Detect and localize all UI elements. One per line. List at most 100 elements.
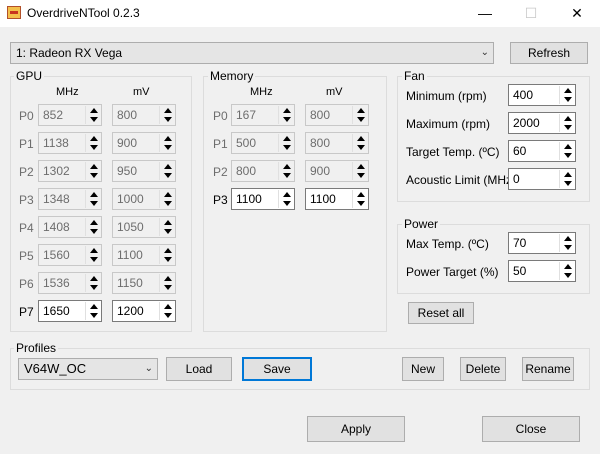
memory-mhz-input[interactable]: 800 — [231, 160, 295, 182]
spin-value: 167 — [236, 108, 257, 122]
gpu-mhz-input[interactable]: 1302 — [38, 160, 102, 182]
memory-mhz-input[interactable]: 500 — [231, 132, 295, 154]
gpu-mv-input[interactable]: 1050 — [112, 216, 176, 238]
gpu-mhz-input[interactable]: 1560 — [38, 244, 102, 266]
spinner-arrows-icon[interactable] — [159, 106, 174, 124]
fan-max-input[interactable]: 2000 — [508, 112, 576, 134]
power-target-label: Power Target (%) — [406, 265, 499, 279]
load-button[interactable]: Load — [166, 357, 232, 381]
reset-all-button[interactable]: Reset all — [408, 302, 474, 324]
spinner-arrows-icon[interactable] — [159, 218, 174, 236]
delete-button[interactable]: Delete — [460, 357, 506, 381]
gpu-mhz-input[interactable]: 1536 — [38, 272, 102, 294]
save-button[interactable]: Save — [242, 357, 312, 381]
spin-value: 800 — [117, 108, 138, 122]
power-target-input[interactable]: 50 — [508, 260, 576, 282]
apply-button[interactable]: Apply — [307, 416, 405, 442]
gpu-mv-input[interactable]: 900 — [112, 132, 176, 154]
overdriventool-window: OverdriveNTool 0.2.3 — ☐ ✕ 1: Radeon RX … — [0, 0, 600, 454]
gpu-mhz-input[interactable]: 1348 — [38, 188, 102, 210]
gpu-row-label: P4 — [19, 221, 34, 235]
spinner-arrows-icon[interactable] — [278, 162, 293, 180]
memory-mv-input[interactable]: 800 — [305, 132, 369, 154]
memory-mv-input[interactable]: 1100 — [305, 188, 369, 210]
spinner-arrows-icon[interactable] — [159, 274, 174, 292]
refresh-button[interactable]: Refresh — [510, 42, 588, 64]
spinner-arrows-icon[interactable] — [278, 190, 293, 208]
spinner-arrows-icon[interactable] — [85, 106, 100, 124]
spin-value: 900 — [117, 136, 138, 150]
spin-value: 1408 — [43, 220, 70, 234]
spin-value: 1050 — [117, 220, 144, 234]
spin-value: 1100 — [117, 248, 143, 262]
profile-select[interactable]: V64W_OC ⌄ — [18, 358, 158, 380]
gpu-mhz-input[interactable]: 1408 — [38, 216, 102, 238]
gpu-mv-input[interactable]: 1200 — [112, 300, 176, 322]
spinner-arrows-icon[interactable] — [559, 262, 574, 280]
fan-acoustic-label: Acoustic Limit (MHz) — [406, 173, 517, 187]
gpu-group-title: GPU — [14, 69, 45, 83]
spin-value: 900 — [310, 164, 331, 178]
spinner-arrows-icon[interactable] — [159, 302, 174, 320]
gpu-row-label: P6 — [19, 277, 34, 291]
new-button[interactable]: New — [402, 357, 444, 381]
fan-group-title: Fan — [402, 69, 427, 83]
spinner-arrows-icon[interactable] — [559, 170, 574, 188]
spinner-arrows-icon[interactable] — [85, 274, 100, 292]
spinner-arrows-icon[interactable] — [278, 134, 293, 152]
memory-mv-input[interactable]: 800 — [305, 104, 369, 126]
spinner-arrows-icon[interactable] — [159, 190, 174, 208]
memory-mv-input[interactable]: 900 — [305, 160, 369, 182]
spinner-arrows-icon[interactable] — [559, 142, 574, 160]
close-icon[interactable]: ✕ — [554, 0, 600, 27]
spinner-arrows-icon[interactable] — [85, 246, 100, 264]
memory-mhz-input[interactable]: 167 — [231, 104, 295, 126]
gpu-row-label: P7 — [19, 305, 34, 319]
spinner-arrows-icon[interactable] — [85, 190, 100, 208]
gpu-mv-header: mV — [133, 86, 150, 98]
gpu-mhz-input[interactable]: 1138 — [38, 132, 102, 154]
spinner-arrows-icon[interactable] — [159, 134, 174, 152]
spinner-arrows-icon[interactable] — [85, 218, 100, 236]
spin-value: 1650 — [43, 304, 70, 318]
spinner-arrows-icon[interactable] — [559, 234, 574, 252]
spinner-arrows-icon[interactable] — [559, 86, 574, 104]
gpu-mv-input[interactable]: 950 — [112, 160, 176, 182]
maximize-icon[interactable]: ☐ — [508, 0, 554, 27]
spinner-arrows-icon[interactable] — [85, 302, 100, 320]
fan-target-input[interactable]: 60 — [508, 140, 576, 162]
memory-mhz-input[interactable]: 1100 — [231, 188, 295, 210]
spinner-arrows-icon[interactable] — [85, 162, 100, 180]
gpu-mhz-input[interactable]: 852 — [38, 104, 102, 126]
gpu-select[interactable]: 1: Radeon RX Vega ⌄ — [10, 42, 494, 64]
memory-row-label: P3 — [213, 193, 228, 207]
gpu-mhz-input[interactable]: 1650 — [38, 300, 102, 322]
spinner-arrows-icon[interactable] — [559, 114, 574, 132]
memory-mv-header: mV — [326, 86, 343, 98]
memory-row-label: P1 — [213, 137, 228, 151]
memory-row-label: P0 — [213, 109, 228, 123]
rename-button[interactable]: Rename — [522, 357, 574, 381]
gpu-mv-input[interactable]: 1150 — [112, 272, 176, 294]
close-button[interactable]: Close — [482, 416, 580, 442]
gpu-mv-input[interactable]: 1000 — [112, 188, 176, 210]
spinner-arrows-icon[interactable] — [352, 162, 367, 180]
gpu-mv-input[interactable]: 800 — [112, 104, 176, 126]
spin-value: 1000 — [117, 192, 144, 206]
chevron-down-icon: ⌄ — [480, 47, 489, 58]
gpu-mv-input[interactable]: 1100 — [112, 244, 176, 266]
fan-min-input[interactable]: 400 — [508, 84, 576, 106]
minimize-icon[interactable]: — — [462, 0, 508, 27]
spinner-arrows-icon[interactable] — [85, 134, 100, 152]
chevron-down-icon: ⌄ — [144, 363, 153, 374]
power-maxtemp-input[interactable]: 70 — [508, 232, 576, 254]
spin-value: 800 — [310, 108, 331, 122]
spinner-arrows-icon[interactable] — [159, 162, 174, 180]
spinner-arrows-icon[interactable] — [159, 246, 174, 264]
window-title: OverdriveNTool 0.2.3 — [27, 6, 140, 20]
fan-acoustic-input[interactable]: 0 — [508, 168, 576, 190]
spinner-arrows-icon[interactable] — [278, 106, 293, 124]
spinner-arrows-icon[interactable] — [352, 106, 367, 124]
spinner-arrows-icon[interactable] — [352, 134, 367, 152]
spinner-arrows-icon[interactable] — [352, 190, 367, 208]
